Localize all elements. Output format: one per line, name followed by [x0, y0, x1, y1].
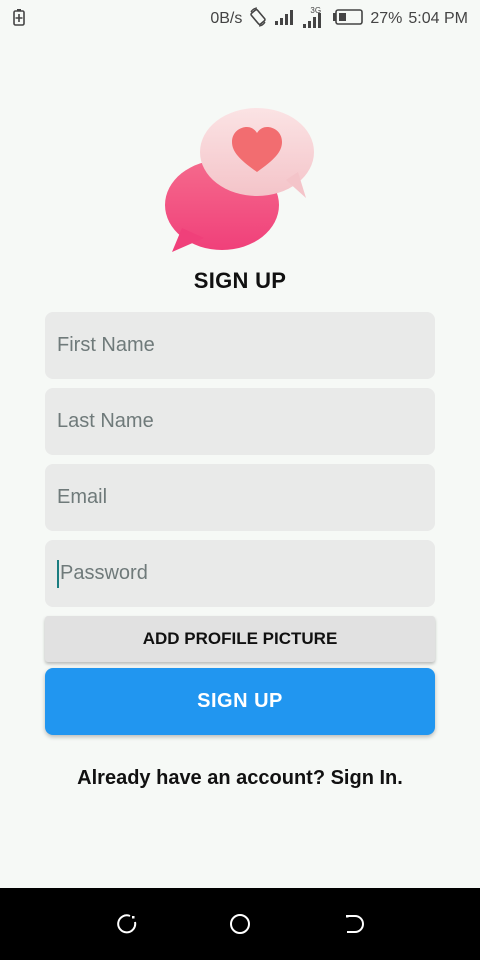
home-icon[interactable]: [220, 904, 260, 944]
signal-3g-icon: 3G: [302, 6, 326, 29]
battery-icon: [332, 8, 364, 30]
text-cursor: [57, 559, 59, 588]
battery-charging-icon: [12, 8, 26, 31]
recent-apps-icon[interactable]: [107, 904, 147, 944]
email-placeholder: Email: [57, 486, 108, 508]
battery-percent: 27%: [370, 10, 403, 27]
status-right: 0B/s 3G 27% 5:04 PM: [210, 6, 468, 32]
signup-screen: 0B/s 3G 27% 5:04 PM SIGN UP First Name L…: [0, 0, 480, 960]
clock: 5:04 PM: [408, 10, 468, 27]
first-name-placeholder: First Name: [57, 334, 155, 356]
add-profile-picture-button[interactable]: ADD PROFILE PICTURE: [45, 616, 435, 662]
net-speed: 0B/s: [210, 10, 243, 27]
sign-in-link[interactable]: Already have an account? Sign In.: [0, 767, 480, 790]
app-logo: [160, 100, 325, 260]
status-bar: 0B/s 3G 27% 5:04 PM: [0, 0, 480, 38]
status-left: [12, 8, 26, 31]
navigation-bar: [0, 888, 480, 960]
first-name-field[interactable]: First Name: [45, 312, 435, 379]
last-name-placeholder: Last Name: [57, 410, 154, 432]
page-title: SIGN UP: [193, 268, 287, 293]
email-field[interactable]: Email: [45, 464, 435, 531]
sign-up-button[interactable]: SIGN UP: [45, 668, 435, 735]
signal-icon: [274, 8, 296, 31]
back-icon[interactable]: [333, 904, 373, 944]
auto-rotate-icon: [248, 6, 268, 32]
last-name-field[interactable]: Last Name: [45, 388, 435, 455]
password-placeholder: Password: [60, 562, 148, 584]
password-field[interactable]: Password: [45, 540, 435, 607]
